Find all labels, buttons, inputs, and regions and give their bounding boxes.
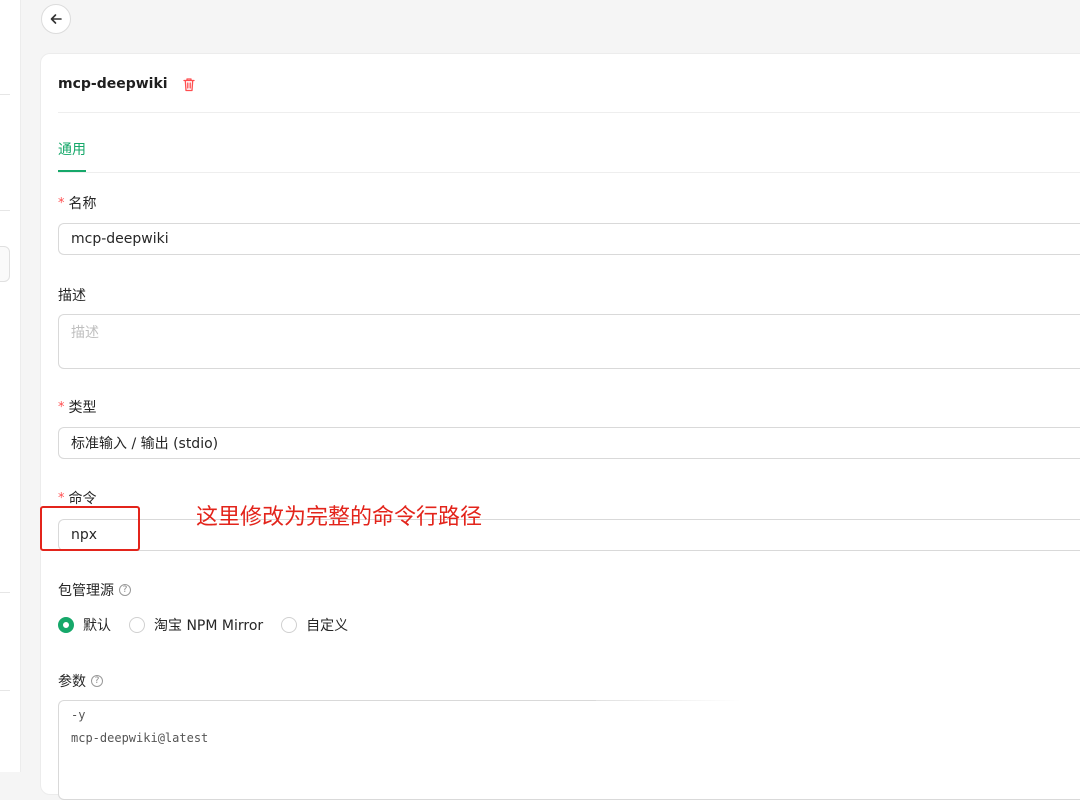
sidebar-divider: [0, 210, 10, 211]
sidebar-divider: [0, 94, 10, 95]
name-input[interactable]: mcp-deepwiki: [58, 223, 1080, 255]
command-label: * 命令: [58, 490, 97, 508]
sidebar-divider: [0, 690, 10, 691]
tab-general[interactable]: 通用: [58, 139, 86, 172]
args-label: 参数 ?: [58, 671, 103, 691]
tabs-divider: [58, 172, 1080, 173]
registry-radio-group: 默认 淘宝 NPM Mirror 自定义: [58, 615, 366, 635]
radio-checked-icon: [58, 617, 74, 633]
server-header: mcp-deepwiki: [58, 76, 196, 92]
sidebar-active-item[interactable]: [0, 246, 10, 282]
trash-icon: [182, 77, 195, 91]
arrow-left-icon: [50, 14, 62, 24]
type-select[interactable]: 标准输入 / 输出 (stdio): [58, 427, 1080, 459]
name-label: * 名称: [58, 195, 97, 213]
server-title: mcp-deepwiki: [58, 76, 168, 92]
radio-unchecked-icon: [129, 617, 145, 633]
sidebar-edge: [0, 0, 21, 772]
annotation-highlight-box: [40, 506, 140, 551]
type-label: * 类型: [58, 399, 97, 417]
annotation-text: 这里修改为完整的命令行路径: [196, 505, 483, 530]
description-label: 描述: [58, 288, 86, 304]
server-settings-card: mcp-deepwiki 通用 * 名称 mcp-deepwiki 描述 描述 …: [40, 53, 1080, 800]
registry-label: 包管理源 ?: [58, 580, 131, 600]
description-placeholder: 描述: [71, 325, 99, 341]
back-button[interactable]: [41, 4, 71, 34]
registry-option-default[interactable]: 默认: [58, 615, 111, 635]
question-circle-icon[interactable]: ?: [91, 675, 103, 687]
description-textarea[interactable]: 描述: [58, 314, 1080, 369]
image-fade-overlay: [596, 700, 1080, 772]
sidebar-divider: [0, 592, 10, 593]
registry-option-taobao[interactable]: 淘宝 NPM Mirror: [129, 615, 263, 635]
header-divider: [58, 112, 1080, 113]
registry-option-custom[interactable]: 自定义: [281, 615, 348, 635]
delete-server-button[interactable]: [182, 77, 196, 92]
question-circle-icon[interactable]: ?: [119, 584, 131, 596]
radio-unchecked-icon: [281, 617, 298, 633]
